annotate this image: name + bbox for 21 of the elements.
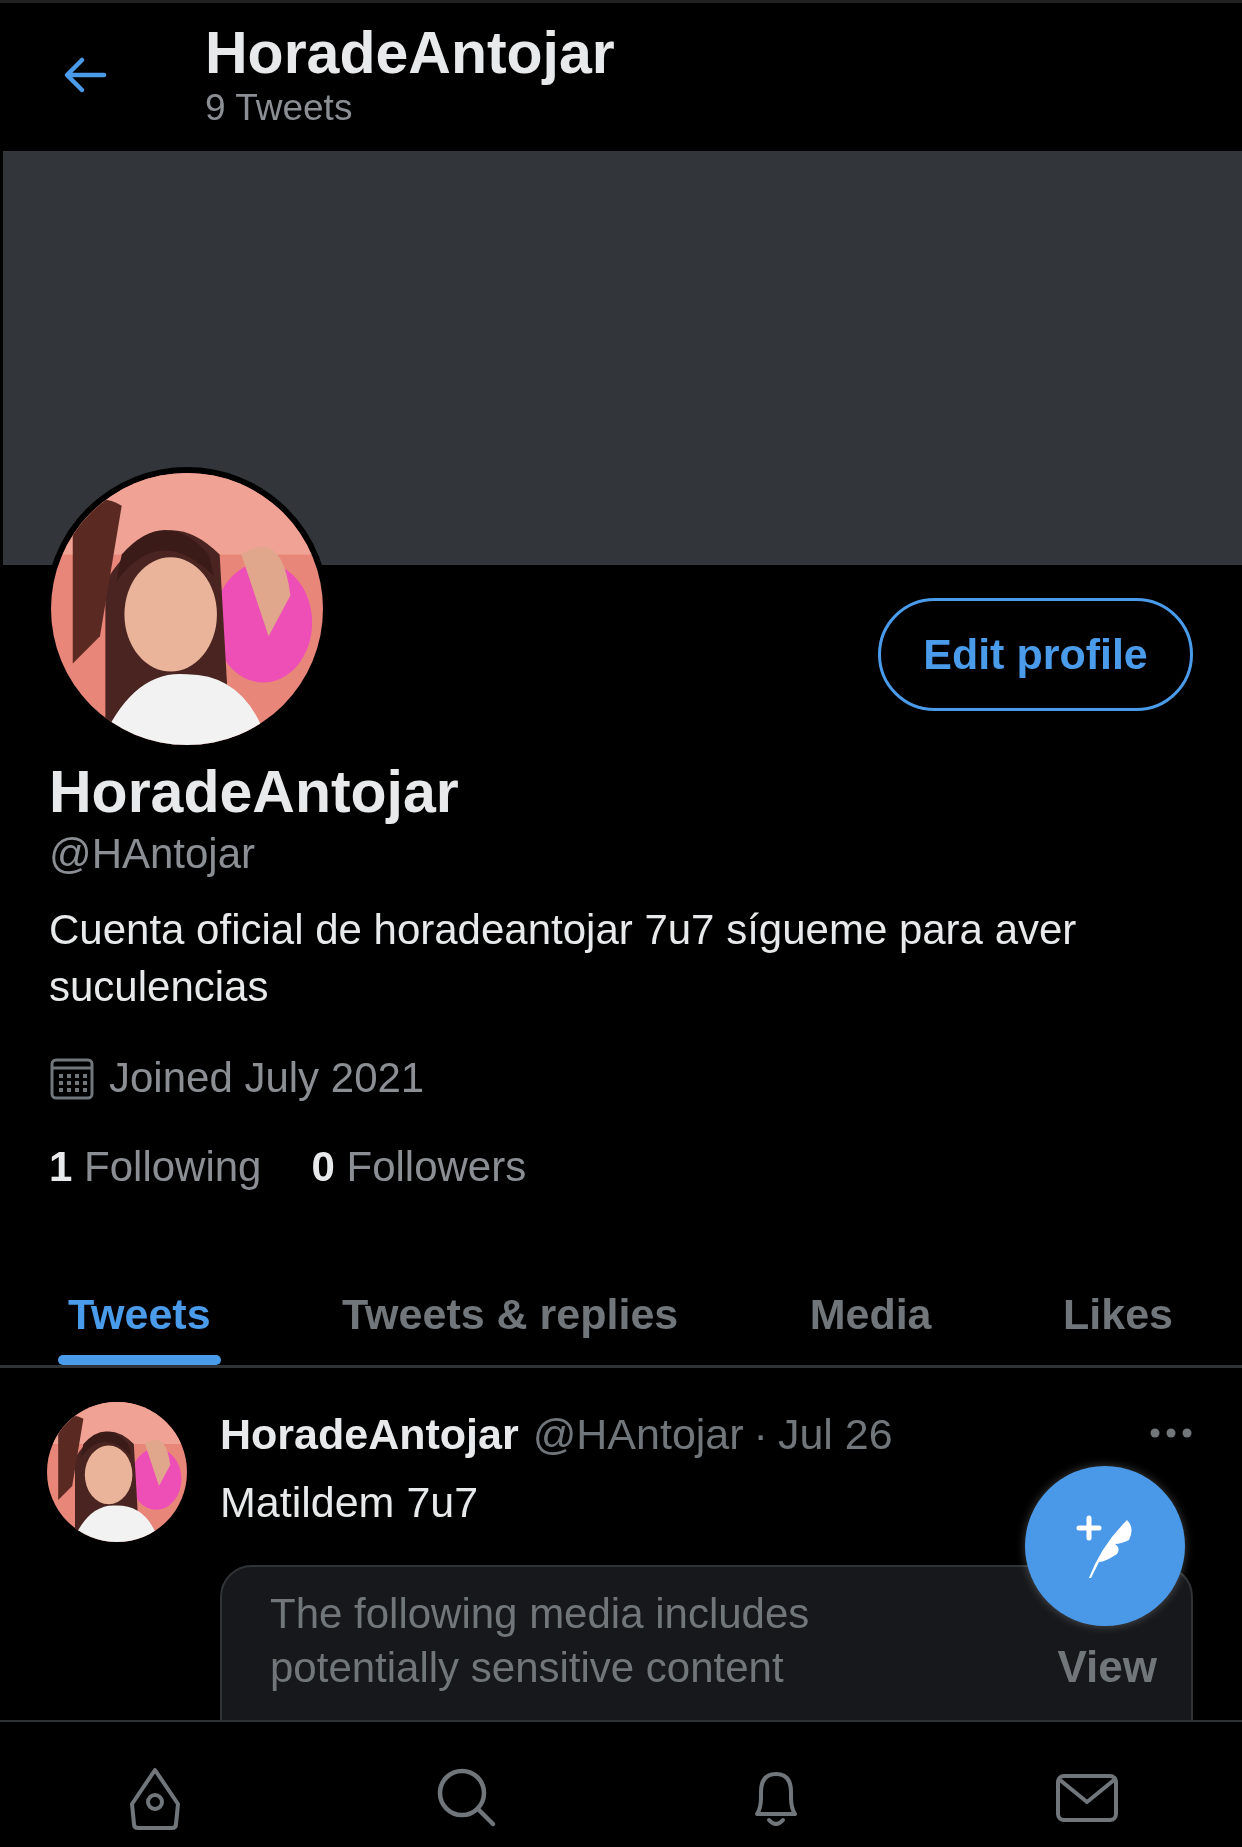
profile-tab[interactable]: Likes <box>1053 1264 1183 1365</box>
tweet-date: Jul 26 <box>777 1408 893 1460</box>
separator-dot: · <box>753 1408 768 1460</box>
profile-tab[interactable]: Media <box>799 1264 942 1365</box>
following-link[interactable]: 1 Following <box>49 1140 262 1195</box>
join-date: Joined July 2021 <box>109 1053 425 1104</box>
profile-tab[interactable]: Tweets <box>58 1264 221 1365</box>
profile-title: HoradeAntojar <box>205 21 615 86</box>
notice-text: The following media includes potentially sensitive content <box>270 1588 811 1693</box>
edit-profile-button[interactable]: Edit profile <box>878 598 1193 711</box>
display-name: HoradeAntojar <box>49 759 460 827</box>
profile-tab[interactable]: Tweets & replies <box>332 1264 689 1365</box>
tweet-count: 9 Tweets <box>205 85 354 130</box>
more-icon <box>1149 1426 1193 1439</box>
tweet-text: Matildem 7u7 <box>220 1477 480 1529</box>
username: @HAntojar <box>49 828 257 879</box>
bio-text: Cuenta oficial de horadeantojar 7u7 sígueme para aver suculencias <box>49 905 1078 1013</box>
author-name: HoradeAntojar <box>220 1408 519 1460</box>
author-handle: @HAntojar <box>532 1408 744 1460</box>
followers-link[interactable]: 0 Followers <box>311 1140 527 1195</box>
view-button[interactable]: View <box>1057 1640 1157 1693</box>
